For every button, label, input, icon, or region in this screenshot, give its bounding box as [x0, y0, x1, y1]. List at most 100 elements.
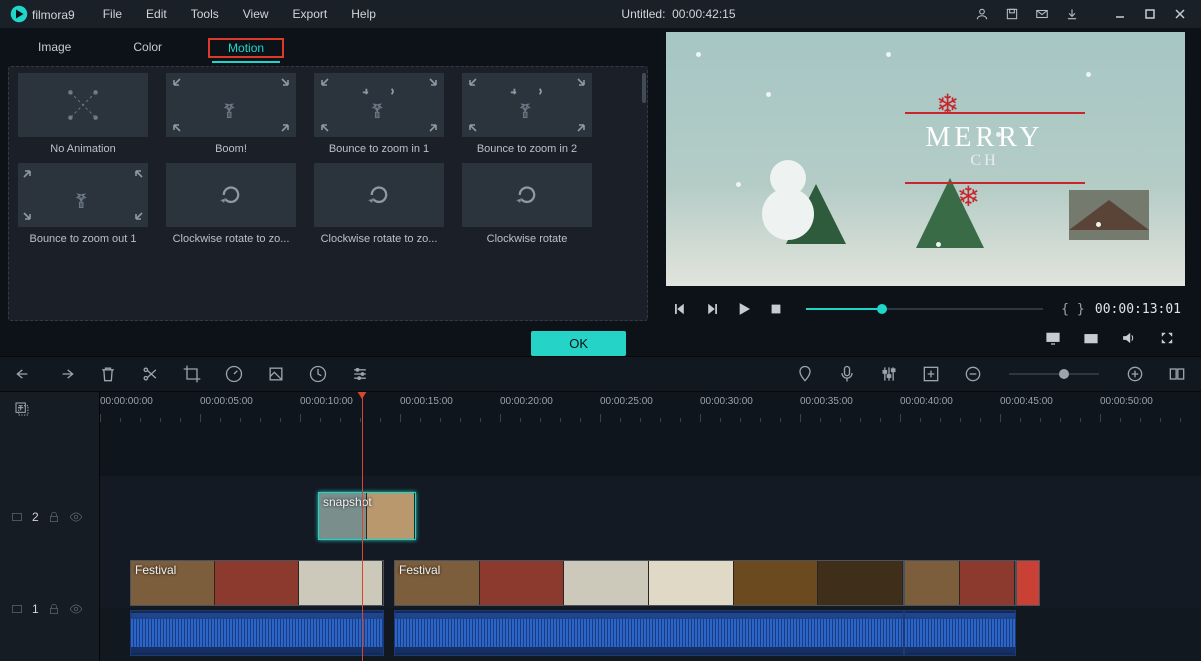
timeline-track-headers: 2 1 [0, 392, 100, 661]
video-track-1[interactable]: FestivalFestival [100, 558, 1201, 608]
audio-clip[interactable] [130, 610, 384, 656]
preview-timecode: 00:00:13:01 [1095, 302, 1181, 317]
timeline-clip[interactable] [1016, 560, 1040, 606]
eye-icon[interactable] [69, 510, 83, 524]
preset-label: Bounce to zoom in 1 [329, 143, 429, 155]
crop-button[interactable] [182, 364, 202, 384]
motion-preset[interactable]: Boom! [161, 73, 301, 155]
mark-in-out-icon[interactable]: { } [1063, 299, 1083, 319]
audio-clip[interactable] [904, 610, 1016, 656]
lock-icon[interactable] [47, 510, 61, 524]
lock-icon[interactable] [47, 602, 61, 616]
motion-presets: No Animation Boom! Bounce to zoom in 1 Boun… [8, 66, 648, 321]
adjust-button[interactable] [350, 364, 370, 384]
menu-bar: File Edit Tools View Export Help [93, 3, 386, 25]
menu-file[interactable]: File [93, 3, 132, 25]
snowflake-icon: ❄ [936, 88, 959, 121]
color-button[interactable] [266, 364, 286, 384]
motion-preset[interactable]: Clockwise rotate to zo... [309, 163, 449, 245]
add-track-button[interactable] [12, 399, 32, 419]
preview-text-merry: MERRY [926, 122, 1044, 154]
download-icon[interactable] [1061, 3, 1083, 25]
preview-progress[interactable] [806, 308, 1043, 310]
timeline-clip[interactable] [904, 560, 1016, 606]
motion-preset[interactable]: Bounce to zoom out 1 [13, 163, 153, 245]
preview-text-ch: CH [926, 152, 1044, 170]
project-title: Untitled: 00:00:42:15 [390, 7, 967, 21]
motion-preset[interactable]: Bounce to zoom in 1 [309, 73, 449, 155]
preset-label: Bounce to zoom out 1 [29, 233, 136, 245]
snowflake-icon: ❄ [957, 180, 980, 213]
save-icon[interactable] [1001, 3, 1023, 25]
window-maximize[interactable] [1139, 3, 1161, 25]
timeline-ruler[interactable]: 00:00:00:0000:00:05:0000:00:10:0000:00:1… [100, 392, 1201, 426]
audio-clip[interactable] [394, 610, 904, 656]
preset-scrollbar[interactable] [641, 73, 647, 314]
timeline-clip[interactable]: Festival [130, 560, 384, 606]
split-button[interactable] [140, 364, 160, 384]
speed-button[interactable] [224, 364, 244, 384]
menu-view[interactable]: View [233, 3, 279, 25]
undo-button[interactable] [14, 364, 34, 384]
fullscreen-icon[interactable] [1157, 328, 1177, 348]
preset-label: Boom! [215, 143, 247, 155]
menu-help[interactable]: Help [341, 3, 386, 25]
video-track-2[interactable]: snapshot [100, 476, 1201, 558]
eye-icon[interactable] [69, 602, 83, 616]
next-frame-button[interactable] [702, 299, 722, 319]
preset-label: Clockwise rotate to zo... [321, 233, 438, 245]
zoom-fit-button[interactable] [1167, 364, 1187, 384]
delete-button[interactable] [98, 364, 118, 384]
ok-button[interactable]: OK [531, 331, 626, 356]
redo-button[interactable] [56, 364, 76, 384]
timeline: 2 1 00:00:00:0000:00:05:0000:00:10:0000:… [0, 392, 1201, 661]
tab-color[interactable]: Color [117, 36, 178, 60]
motion-preset[interactable]: Clockwise rotate [457, 163, 597, 245]
timeline-clip[interactable]: Festival [394, 560, 904, 606]
preview-viewport[interactable]: MERRY CH ❄ ❄ [666, 32, 1185, 286]
menu-export[interactable]: Export [283, 3, 338, 25]
filmora-logo-icon [10, 5, 28, 23]
audio-mixer-button[interactable] [879, 364, 899, 384]
tab-motion[interactable]: Motion [212, 37, 280, 63]
zoom-slider[interactable] [1009, 373, 1099, 375]
app-name: filmora9 [32, 7, 75, 22]
display-icon[interactable] [1043, 328, 1063, 348]
play-button[interactable] [734, 299, 754, 319]
record-vo-button[interactable] [837, 364, 857, 384]
mail-icon[interactable] [1031, 3, 1053, 25]
motion-preset[interactable]: Clockwise rotate to zo... [161, 163, 301, 245]
zoom-in-button[interactable] [1125, 364, 1145, 384]
timeline-body[interactable]: 00:00:00:0000:00:05:0000:00:10:0000:00:1… [100, 392, 1201, 661]
zoom-out-button[interactable] [963, 364, 983, 384]
audio-track-1[interactable] [100, 608, 1201, 661]
titlebar: filmora9 File Edit Tools View Export Hel… [0, 0, 1201, 28]
menu-edit[interactable]: Edit [136, 3, 177, 25]
snowman-graphic [762, 188, 814, 240]
preview-panel: MERRY CH ❄ ❄ { } 00:00:13:01 [658, 28, 1193, 356]
snapshot-icon[interactable] [1081, 328, 1101, 348]
stop-button[interactable] [766, 299, 786, 319]
motion-preset[interactable]: No Animation [13, 73, 153, 155]
volume-icon[interactable] [1119, 328, 1139, 348]
preview-controls: { } 00:00:13:01 [658, 292, 1193, 326]
menu-tools[interactable]: Tools [181, 3, 229, 25]
tab-image[interactable]: Image [22, 36, 87, 60]
track1-header[interactable]: 1 [0, 557, 99, 661]
keyframe-button[interactable] [308, 364, 328, 384]
app-logo: filmora9 [10, 5, 75, 23]
user-icon[interactable] [971, 3, 993, 25]
preset-label: No Animation [50, 143, 115, 155]
marker-button[interactable] [795, 364, 815, 384]
prev-frame-button[interactable] [670, 299, 690, 319]
timeline-toolbar [0, 356, 1201, 392]
track2-header[interactable]: 2 [0, 476, 99, 558]
playhead[interactable] [362, 392, 363, 661]
window-close[interactable] [1169, 3, 1191, 25]
timeline-clip[interactable]: snapshot [318, 492, 416, 540]
window-minimize[interactable] [1109, 3, 1131, 25]
preset-label: Clockwise rotate [487, 233, 568, 245]
motion-preset[interactable]: Bounce to zoom in 2 [457, 73, 597, 155]
preset-label: Clockwise rotate to zo... [173, 233, 290, 245]
render-button[interactable] [921, 364, 941, 384]
